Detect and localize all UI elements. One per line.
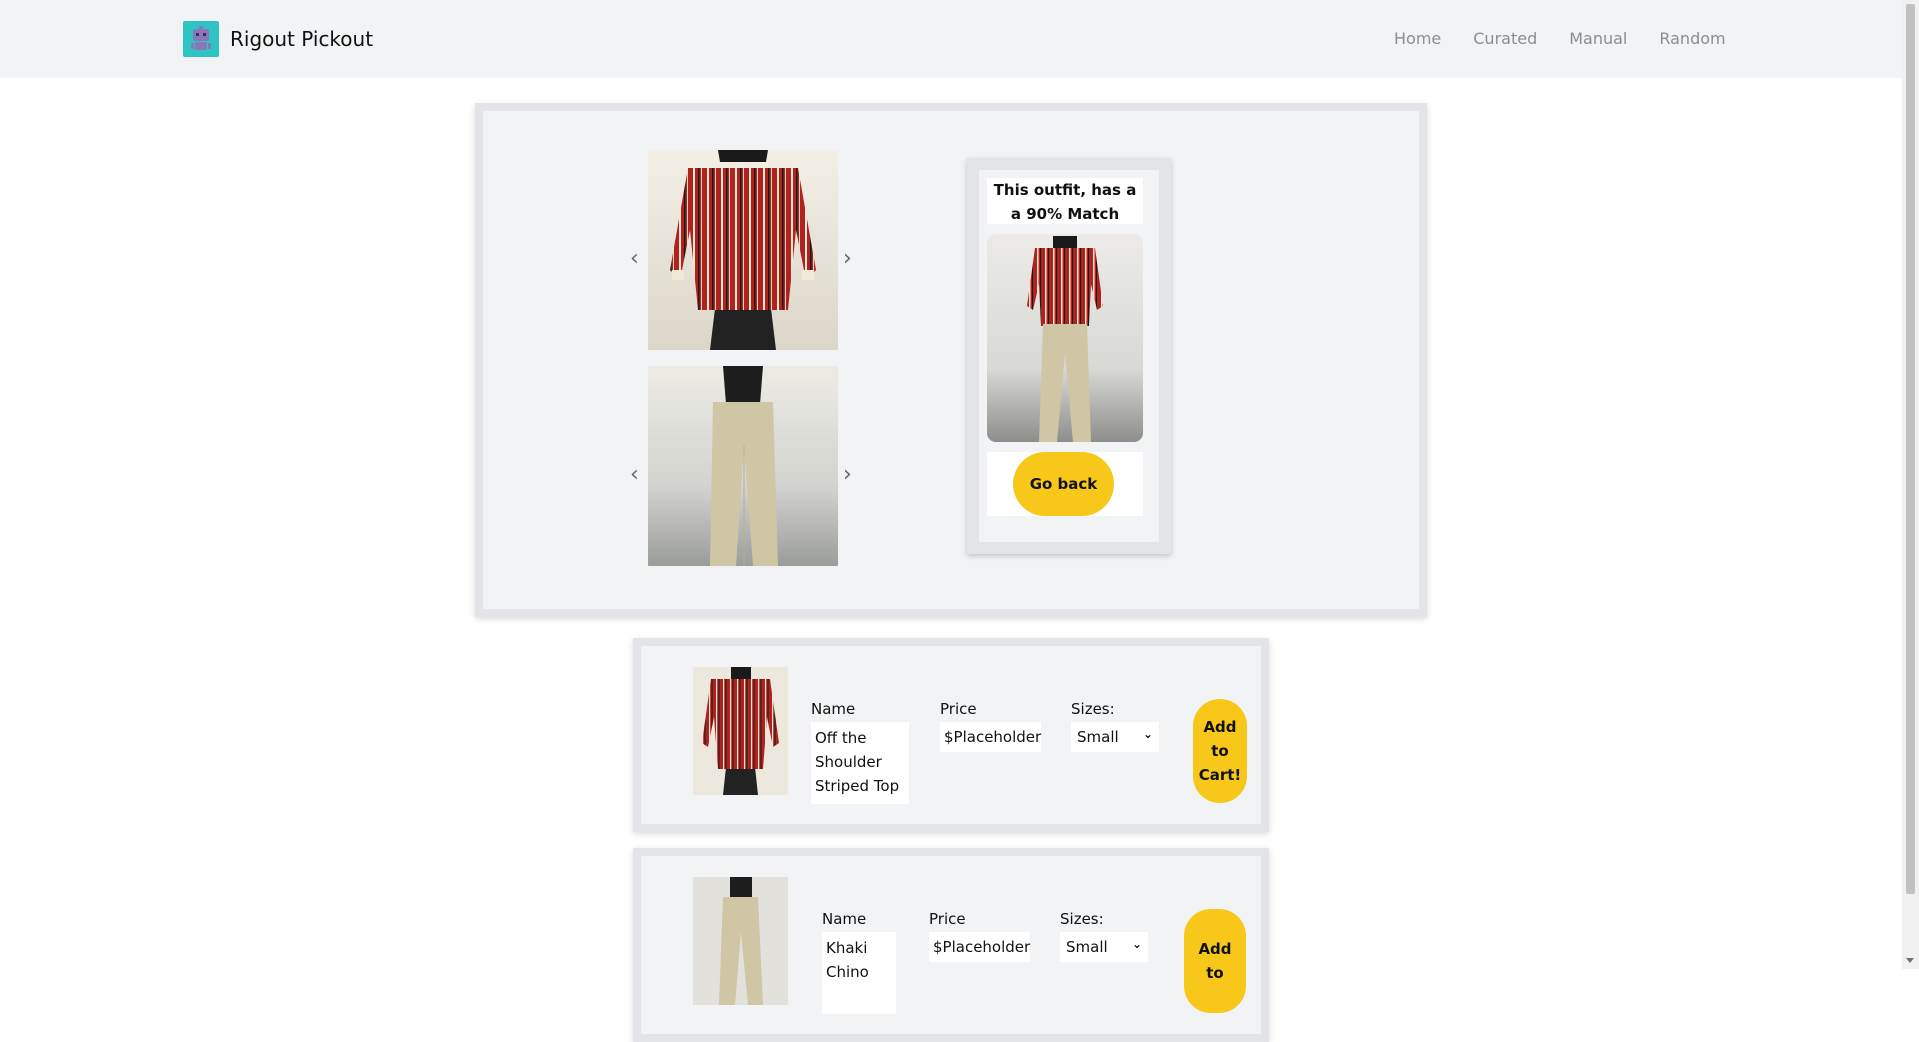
- sizes-label: Sizes:: [1071, 700, 1115, 718]
- robot-icon: [183, 21, 219, 57]
- size-select-value: Small: [1077, 728, 1119, 746]
- go-back-area: Go back: [987, 452, 1143, 516]
- bottom-prev-arrow-icon[interactable]: ‹: [630, 464, 639, 486]
- size-select-value: Small: [1066, 938, 1108, 956]
- nav-links: Home Curated Manual Random: [1394, 29, 1758, 48]
- price-field: $Placeholder: [940, 722, 1041, 752]
- match-card: This outfit, has a a 90% Match Go back: [967, 158, 1171, 554]
- product-name-line3: Striped Top: [815, 777, 900, 795]
- top-prev-arrow-icon[interactable]: ‹: [630, 248, 639, 270]
- price-field: $Placeholder: [929, 932, 1030, 962]
- match-text-line2: a 90% Match: [1010, 205, 1120, 223]
- match-card-inner: This outfit, has a a 90% Match Go back: [976, 167, 1162, 545]
- add-to-cart-label-2: to: [1206, 964, 1224, 982]
- product-thumbnail-top: [693, 667, 788, 795]
- nav-manual[interactable]: Manual: [1569, 29, 1627, 48]
- add-to-cart-label-2: to: [1211, 742, 1229, 760]
- page-scrollbar[interactable]: [1902, 0, 1919, 969]
- scroll-down-arrow-icon[interactable]: [1906, 958, 1914, 963]
- product-name-line2: Shoulder: [815, 753, 882, 771]
- product-name-field: Khaki Chino: [822, 932, 896, 1014]
- product-row-top: Name Off the Shoulder Striped Top Price …: [633, 638, 1269, 832]
- brand[interactable]: Rigout Pickout: [183, 21, 373, 57]
- add-to-cart-label-1: Add: [1198, 940, 1232, 958]
- name-label: Name: [822, 910, 867, 928]
- product-name-line1: Khaki: [826, 939, 868, 957]
- product-name-line1: Off the: [815, 729, 867, 747]
- nav-curated[interactable]: Curated: [1473, 29, 1537, 48]
- outfit-preview-image: [987, 234, 1143, 442]
- top-next-arrow-icon[interactable]: ›: [843, 248, 852, 270]
- product-name-line2: Chino: [826, 963, 869, 981]
- price-label: Price: [929, 910, 966, 928]
- top-navbar: Rigout Pickout Home Curated Manual Rando…: [0, 0, 1902, 78]
- chevron-down-icon: ⌄: [1131, 937, 1142, 951]
- nav-home[interactable]: Home: [1394, 29, 1441, 48]
- go-back-button[interactable]: Go back: [1013, 452, 1114, 516]
- add-to-cart-button[interactable]: Add to: [1184, 909, 1246, 1013]
- nav-random[interactable]: Random: [1659, 29, 1725, 48]
- name-label: Name: [811, 700, 856, 718]
- scrollbar-thumb[interactable]: [1906, 4, 1915, 894]
- size-select[interactable]: Small ⌄: [1060, 932, 1148, 962]
- add-to-cart-button[interactable]: Add to Cart!: [1193, 699, 1247, 803]
- match-percentage-text: This outfit, has a a 90% Match: [987, 178, 1143, 224]
- sizes-label: Sizes:: [1060, 910, 1104, 928]
- bottom-carousel-image: [648, 366, 838, 566]
- product-name-field: Off the Shoulder Striped Top: [811, 722, 909, 804]
- add-to-cart-label-1: Add: [1203, 718, 1237, 736]
- product-thumbnail-bottom: [693, 877, 788, 1005]
- match-text-line1: This outfit, has a: [993, 181, 1137, 199]
- size-select[interactable]: Small ⌄: [1071, 722, 1159, 752]
- outfit-builder-panel: [475, 103, 1427, 617]
- product-row-bottom: Name Khaki Chino Price $Placeholder Size…: [633, 848, 1269, 1042]
- add-to-cart-label-3: Cart!: [1198, 766, 1242, 784]
- price-label: Price: [940, 700, 977, 718]
- brand-title: Rigout Pickout: [230, 27, 374, 51]
- top-carousel-image: [648, 150, 838, 350]
- bottom-next-arrow-icon[interactable]: ›: [843, 464, 852, 486]
- chevron-down-icon: ⌄: [1142, 727, 1153, 741]
